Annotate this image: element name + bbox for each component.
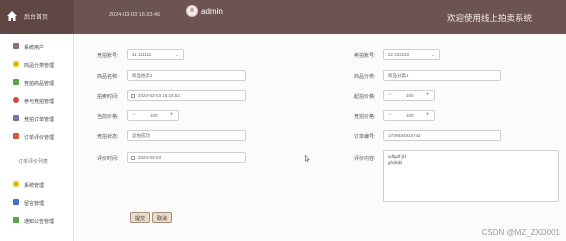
sidebar-item-label: 通知公告管理: [24, 219, 55, 225]
product-name-label: 商品名称:: [97, 74, 119, 80]
username[interactable]: admin: [201, 7, 223, 16]
sidebar-item-messages[interactable]: 留言管理: [0, 194, 74, 212]
increment-button[interactable]: +: [169, 112, 173, 118]
sidebar-item-label: 竞拍订单管理: [24, 117, 55, 123]
site-title: 欢迎使用线上拍卖系统: [446, 13, 532, 23]
sidebar-item-goods[interactable]: 竞拍商品管理: [0, 74, 74, 92]
current-price-label: 当前价格:: [97, 114, 119, 120]
bid-status-value: 竞拍成功: [132, 133, 150, 138]
sidebar-subitem-review-list[interactable]: 订单评价列表: [0, 152, 74, 170]
product-category-value: 商品分类1: [388, 73, 409, 78]
home-link[interactable]: 后台首页: [0, 0, 74, 34]
starting-price-label: 起拍价格:: [354, 94, 376, 100]
message-icon: [13, 199, 19, 205]
top-bar: 后台首页 2024-03-03 16:33:46 admin 欢迎使用线上拍卖系…: [0, 0, 566, 34]
chevron-down-icon: ⌄: [174, 52, 179, 58]
increment-button[interactable]: +: [425, 92, 429, 98]
sidebar-item-users[interactable]: 系统用户: [0, 38, 74, 56]
sidebar-item-category[interactable]: 商品分类管理: [0, 56, 74, 74]
sidebar-item-label: 参与竞拍管理: [24, 99, 55, 105]
seller-account-value: 22 222222: [388, 52, 410, 57]
settings-icon: [13, 181, 19, 187]
sidebar-item-label: 商品分类管理: [24, 63, 55, 69]
bidder-account-label: 竞拍账号:: [97, 53, 119, 59]
review-form: 竞拍账号: 11 111111 ⌄ 卖拍账号: 22 222222 ⌄ 商品名称…: [74, 34, 566, 241]
bidder-account-select[interactable]: 11 111111 ⌄: [127, 49, 184, 60]
calendar-icon: [131, 156, 135, 160]
watermark: CSDN @MZ_ZXD001: [481, 228, 560, 237]
avatar[interactable]: [186, 5, 198, 17]
sidebar-item-label: 系统用户: [24, 45, 45, 51]
category-icon: [13, 61, 19, 67]
current-price-stepper[interactable]: − 100 +: [127, 110, 179, 121]
current-datetime: 2024-03-03 16:33:46: [109, 12, 161, 18]
sidebar-item-label: 订单评价管理: [24, 135, 55, 141]
seller-account-select[interactable]: 22 222222 ⌄: [383, 49, 440, 60]
sidebar-item-label: 留言管理: [24, 201, 45, 207]
review-time-label: 评价时间:: [97, 156, 119, 162]
bid-status-field[interactable]: 竞拍成功: [127, 130, 246, 141]
starting-price-value: 100: [406, 93, 414, 98]
review-icon: [13, 133, 19, 139]
bid-price-value: 100: [406, 113, 414, 118]
sidebar-item-notices[interactable]: 通知公告管理: [0, 212, 74, 230]
review-content-label: 评价内容:: [354, 156, 376, 162]
sidebar-item-label: 系统管理: [24, 183, 45, 189]
product-category-field[interactable]: 商品分类1: [383, 70, 501, 81]
review-content-textarea[interactable]: sdfgdf jkl ghdkjkl: [383, 150, 559, 202]
increment-button[interactable]: +: [425, 112, 429, 118]
sidebar-item-reviews[interactable]: 订单评价管理: [0, 128, 74, 146]
product-category-label: 商品分类:: [354, 74, 376, 80]
auction-time-label: 拍卖时间:: [97, 94, 119, 100]
submit-button[interactable]: 提交: [130, 212, 151, 223]
bid-status-label: 竞拍状态:: [97, 134, 119, 140]
sidebar-item-label: 订单评价列表: [18, 159, 49, 165]
order-number-field[interactable]: 1709454916742: [383, 130, 501, 141]
bid-price-stepper[interactable]: − 100 +: [383, 110, 435, 121]
calendar-icon: [131, 94, 135, 98]
order-number-value: 1709454916742: [388, 133, 421, 138]
sidebar-item-bids[interactable]: 参与竞拍管理: [0, 92, 74, 110]
chevron-down-icon: ⌄: [430, 52, 435, 58]
user-icon: [13, 43, 19, 49]
order-number-label: 订单编号:: [354, 134, 376, 140]
auction-time-field[interactable]: 2024-03-03 16:16:53: [127, 90, 246, 101]
mouse-cursor-icon: [305, 155, 310, 162]
sidebar-item-orders[interactable]: 竞拍订单管理: [0, 110, 74, 128]
product-name-value: 商品拍卖1: [132, 73, 153, 78]
seller-account-label: 卖拍账号:: [354, 53, 376, 59]
sidebar-item-label: 竞拍商品管理: [24, 81, 55, 87]
auction-time-value: 2024-03-03 16:16:53: [138, 93, 180, 98]
decrement-button[interactable]: −: [132, 112, 136, 118]
review-time-value: 2024-03-03: [138, 155, 162, 160]
sidebar-item-system[interactable]: 系统管理: [0, 176, 74, 194]
notice-icon: [13, 217, 19, 223]
bid-icon: [13, 97, 19, 103]
sidebar: 系统用户 商品分类管理 竞拍商品管理 参与竞拍管理 竞拍订单管理 订单评价管理 …: [0, 34, 74, 241]
review-time-field[interactable]: 2024-03-03: [127, 152, 246, 163]
current-price-value: 100: [150, 113, 158, 118]
review-content-line: ghdkjkl: [388, 160, 403, 165]
product-name-field[interactable]: 商品拍卖1: [127, 70, 246, 81]
home-icon: [7, 11, 17, 21]
decrement-button[interactable]: −: [388, 92, 392, 98]
decrement-button[interactable]: −: [388, 112, 392, 118]
home-label: 后台首页: [24, 15, 49, 21]
goods-icon: [13, 79, 19, 85]
bid-price-label: 竞拍价格:: [354, 114, 376, 120]
bidder-account-value: 11 111111: [132, 52, 152, 57]
cancel-button[interactable]: 取消: [152, 212, 173, 223]
order-icon: [13, 115, 19, 121]
starting-price-stepper[interactable]: − 100 +: [383, 90, 435, 101]
